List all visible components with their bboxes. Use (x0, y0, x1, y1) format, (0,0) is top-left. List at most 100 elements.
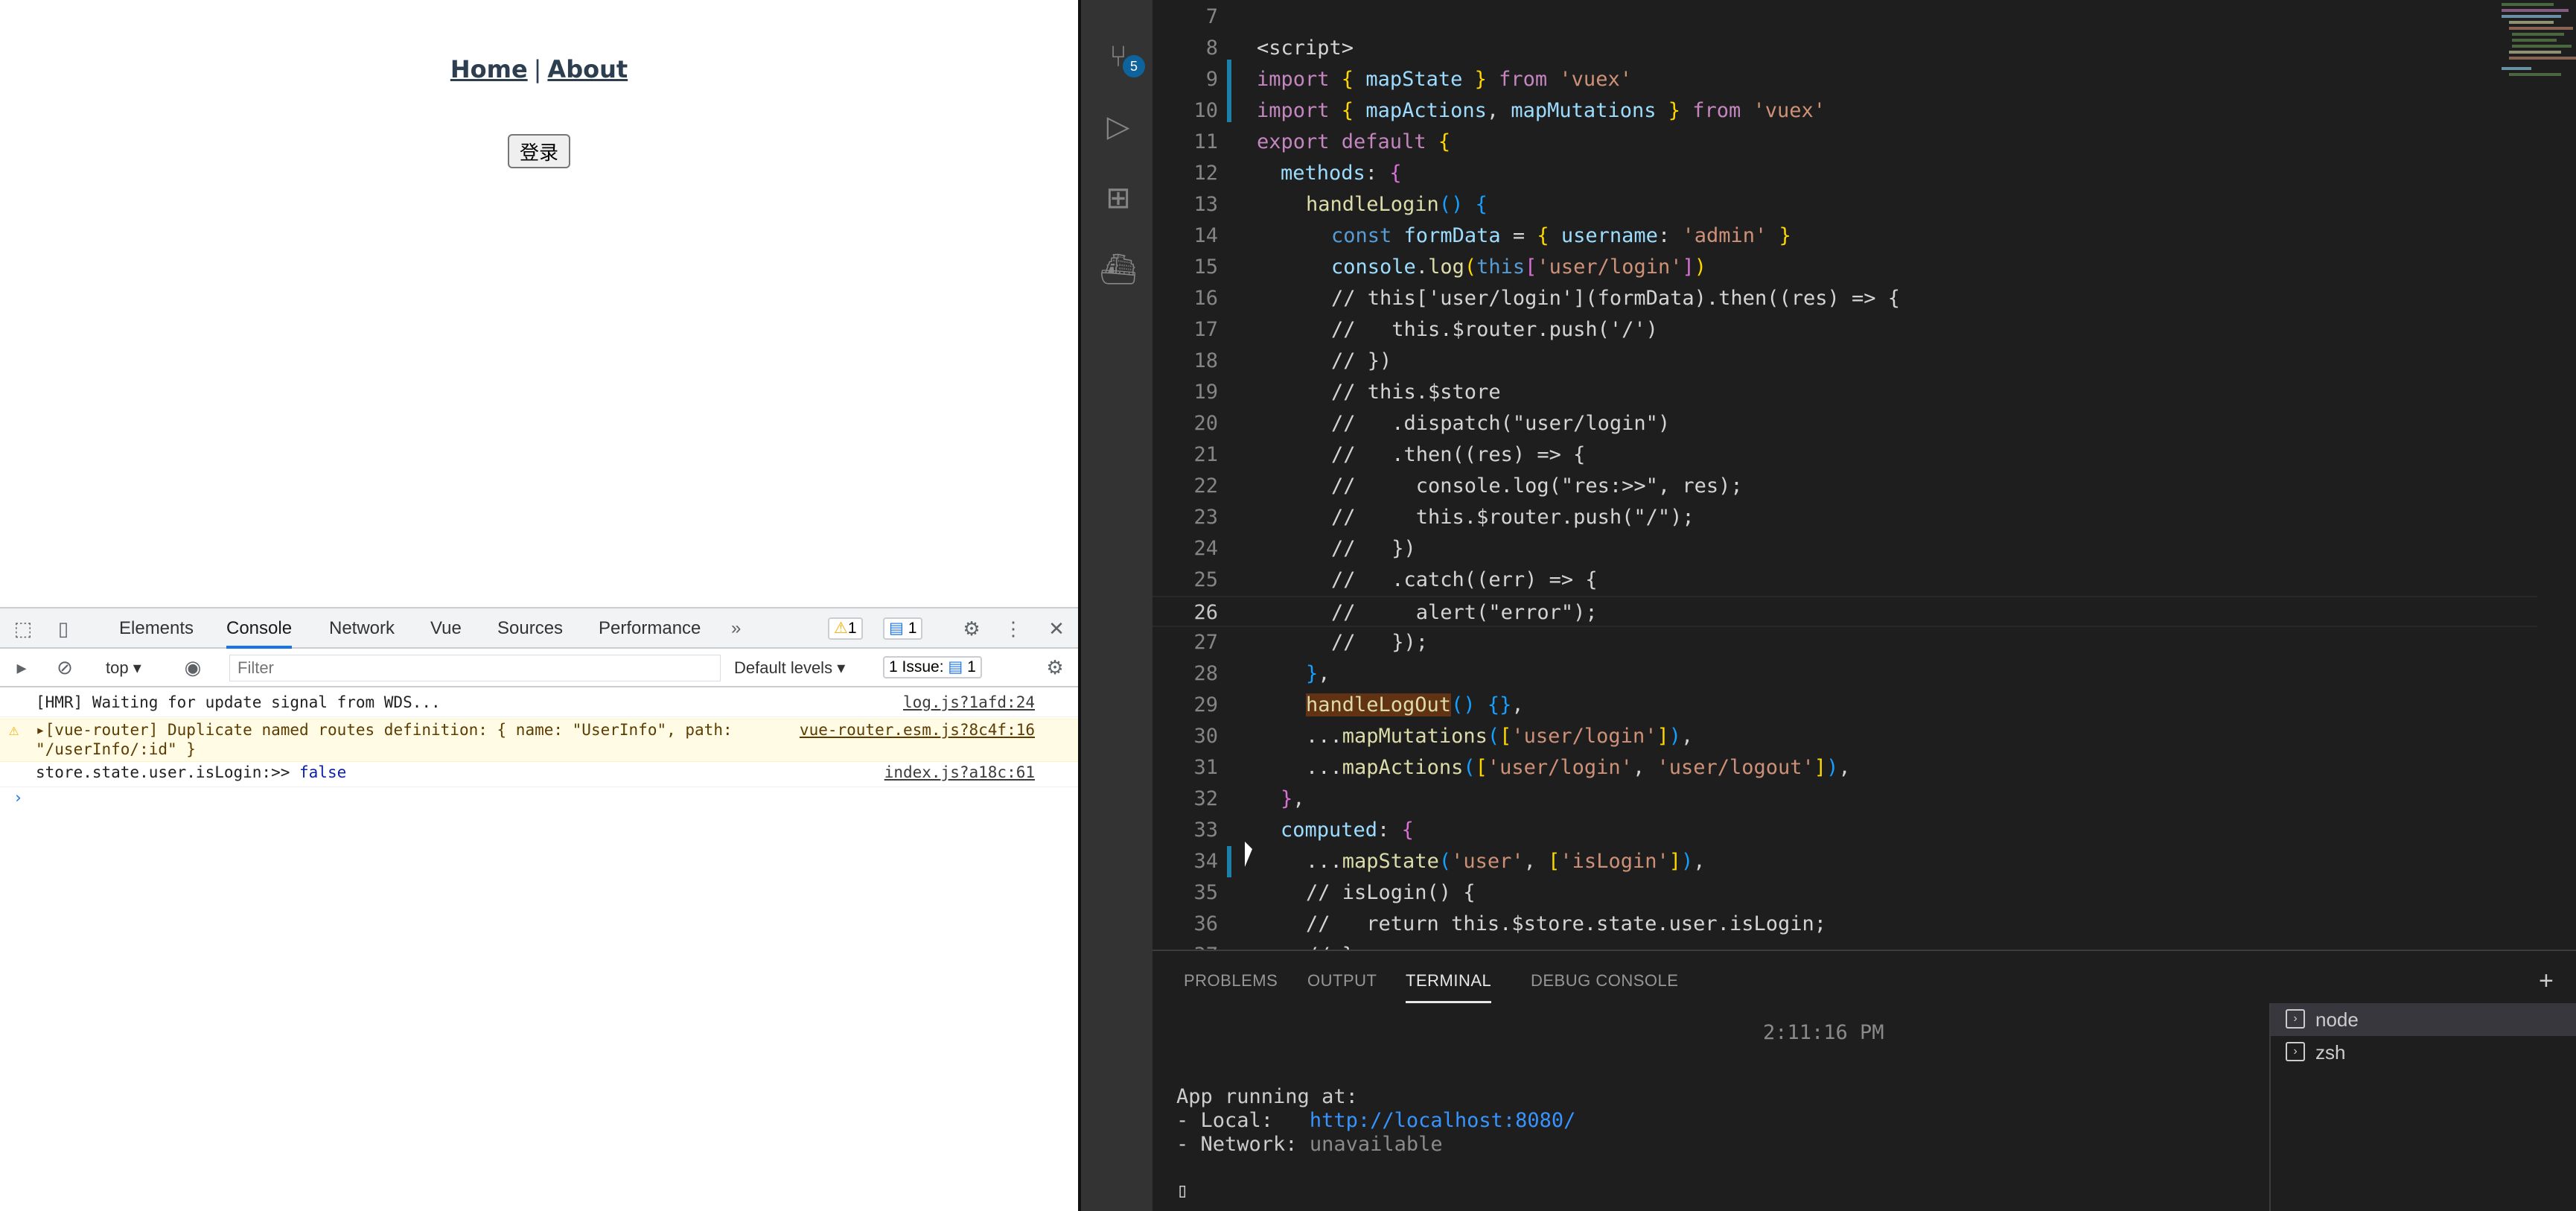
terminal-line: - Network: unavailable (1176, 1133, 1443, 1156)
code-comment: // isLogin() { (1306, 881, 1476, 904)
code-line: 36 // return this.$store.state.user.isLog… (1152, 909, 2537, 940)
log-levels-value: Default levels (734, 658, 833, 677)
run-debug-icon[interactable]: ▷ (1099, 107, 1138, 146)
devtools-tab-performance[interactable]: Performance (599, 608, 701, 649)
clear-console-icon[interactable]: ⊘ (54, 656, 76, 678)
issues-label: 1 Issue: (889, 658, 944, 676)
terminal-cursor: ▯ (1176, 1179, 1189, 1202)
code-editor[interactable]: 7 8 <script> 9 import { mapState } from 'v… (1152, 0, 2576, 950)
console-source-link[interactable]: vue-router.esm.js?8c4f:16 (800, 721, 1035, 739)
device-toolbar-icon[interactable]: ▯ (52, 617, 74, 640)
terminal-label: - Local: (1176, 1109, 1310, 1132)
line-number: 31 (1193, 756, 1218, 779)
line-number: 14 (1193, 224, 1218, 247)
code-comment: // this.$router.push("/"); (1331, 506, 1695, 529)
message-icon: ▤ (889, 620, 904, 637)
devtools-tab-sources[interactable]: Sources (497, 608, 563, 649)
activity-bar: ⑂ 5 ▷ ⊞ ⛴ (1078, 0, 1152, 1211)
code-line: 13 handleLogin() { (1152, 189, 2537, 220)
panel-tab-problems[interactable]: PROBLEMS (1184, 951, 1278, 1011)
line-number: 29 (1193, 693, 1218, 716)
expand-arrow-icon[interactable]: ▸ (36, 721, 45, 739)
console-message: ▸[vue-router] Duplicate named routes def… (36, 721, 733, 739)
devtools-panel: ⬚ ▯ Elements Console Network Vue Sources… (0, 607, 1078, 1211)
extensions-icon[interactable]: ⊞ (1099, 179, 1138, 217)
code-text: import { mapState } from 'vuex' (1257, 68, 1632, 91)
line-number: 7 (1205, 5, 1218, 28)
devtools-tab-elements[interactable]: Elements (119, 608, 194, 649)
terminal-item-zsh[interactable]: › zsh (2271, 1036, 2576, 1069)
line-number: 19 (1193, 381, 1218, 404)
line-number: 30 (1193, 725, 1218, 748)
devtools-tab-network[interactable]: Network (329, 608, 395, 649)
terminal-output[interactable]: 2:11:16 PM App running at: - Local: http… (1152, 1011, 2269, 1211)
console-message: store.state.user.isLogin:>> false (36, 763, 346, 781)
warning-icon: ⚠ (9, 721, 19, 740)
vscode-window: ⑂ 5 ▷ ⊞ ⛴ 7 8 <script> 9 import { mapState… (1078, 0, 2576, 1211)
context-selector[interactable]: top ▾ (106, 649, 141, 687)
sidebar-toggle-icon[interactable]: ▸ (10, 656, 33, 678)
code-text: }, (1281, 787, 1305, 810)
code-text: methods: { (1281, 162, 1402, 185)
console-settings-gear-icon[interactable]: ⚙ (1044, 656, 1066, 678)
docker-icon[interactable]: ⛴ (1099, 250, 1138, 289)
code-comment: // }) (1331, 537, 1416, 560)
issue-icon: ▤ (948, 658, 963, 676)
new-terminal-button[interactable]: + (2539, 951, 2554, 1011)
code-line-current: 26 // alert("error"); (1152, 596, 2537, 627)
panel-tab-debug-console[interactable]: DEBUG CONSOLE (1531, 951, 1678, 1011)
more-options-icon[interactable]: ⋮ (1002, 617, 1024, 640)
code-comment: // console.log("res:>>", res); (1331, 474, 1743, 498)
bottom-panel: PROBLEMS OUTPUT TERMINAL DEBUG CONSOLE +… (1152, 950, 2576, 1211)
terminal-time: 2:11:16 PM (1763, 1021, 1884, 1044)
warnings-count: 1 (847, 620, 857, 637)
warnings-badge[interactable]: ⚠1 (828, 617, 863, 640)
more-tabs-button[interactable]: » (731, 608, 741, 649)
code-line: 19 // this.$store (1152, 377, 2537, 408)
issues-button[interactable]: 1 Issue: ▤ 1 (883, 656, 982, 678)
line-number: 13 (1193, 193, 1218, 216)
eye-icon[interactable]: ◉ (182, 656, 204, 678)
line-number: 23 (1193, 506, 1218, 529)
nav-link-home[interactable]: Home (450, 55, 528, 83)
console-source-link[interactable]: index.js?a18c:61 (884, 763, 1035, 781)
context-value: top (106, 658, 129, 677)
close-icon[interactable]: ✕ (1045, 617, 1068, 640)
terminal-icon: › (2286, 1042, 2305, 1061)
console-log-row: store.state.user.isLogin:>> false index.… (0, 763, 1078, 787)
console-source-link[interactable]: log.js?1afd:24 (903, 693, 1035, 711)
line-number: 22 (1193, 474, 1218, 498)
panel-tab-terminal[interactable]: TERMINAL (1406, 951, 1492, 1003)
nav-link-about[interactable]: About (547, 55, 628, 83)
code-line: 34 ...mapState('user', ['isLogin']), (1152, 846, 2537, 877)
app-page: Home | About 登录 (0, 0, 1078, 607)
gear-icon[interactable]: ⚙ (960, 617, 983, 640)
messages-count: 1 (908, 620, 917, 637)
code-line: 16 // this['user/login'](formData).then((… (1152, 283, 2537, 314)
terminal-item-node[interactable]: › node (2271, 1003, 2576, 1036)
log-levels-dropdown[interactable]: Default levels ▾ (734, 649, 845, 687)
messages-badge[interactable]: ▤ 1 (883, 617, 923, 640)
terminal-icon: › (2286, 1009, 2305, 1029)
devtools-tab-console[interactable]: Console (226, 608, 293, 649)
console-prompt-row[interactable]: › (0, 789, 1078, 813)
terminal-line: App running at: (1176, 1085, 1358, 1108)
login-button[interactable]: 登录 (508, 134, 570, 168)
code-comment: // }); (1331, 631, 1429, 654)
code-text: ...mapState('user', ['isLogin']), (1306, 850, 1706, 873)
line-number: 25 (1193, 568, 1218, 591)
panel-tab-output[interactable]: OUTPUT (1307, 951, 1377, 1011)
console-filter-input[interactable] (229, 655, 721, 681)
line-number: 11 (1193, 130, 1218, 153)
warning-icon: ⚠ (834, 620, 848, 637)
devtools-tab-vue[interactable]: Vue (430, 608, 462, 649)
terminal-item-label: node (2315, 1008, 2359, 1031)
code-comment: // .catch((err) => { (1331, 568, 1598, 591)
local-url-link[interactable]: http://localhost:8080/ (1310, 1109, 1576, 1132)
code-comment: // } (1306, 940, 1354, 950)
terminal-list: › node › zsh (2269, 1003, 2576, 1211)
code-comment: // }) (1331, 349, 1392, 372)
minimap[interactable] (2494, 0, 2576, 89)
console-message-continuation: "/userInfo/:id" } (36, 740, 196, 758)
inspect-element-icon[interactable]: ⬚ (12, 617, 34, 640)
